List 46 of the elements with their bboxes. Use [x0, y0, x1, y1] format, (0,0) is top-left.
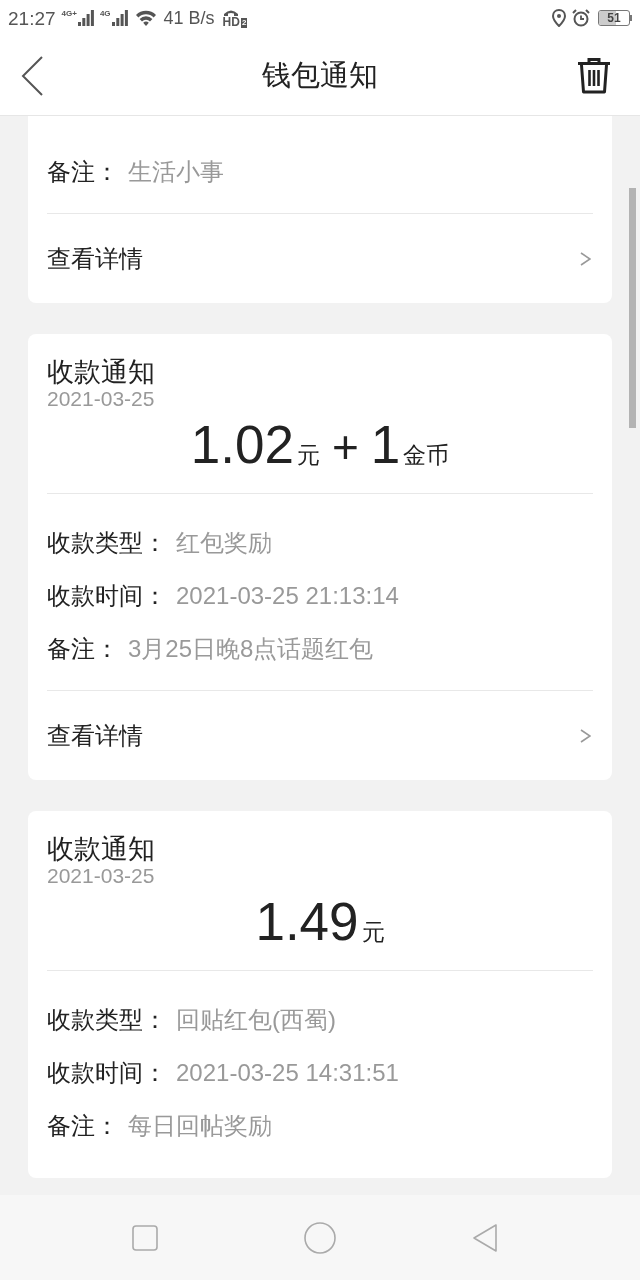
field-value: 每日回帖奖励	[128, 1113, 272, 1138]
network-label: 4G	[99, 10, 111, 18]
hd-slot-label: 2	[240, 17, 248, 28]
chevron-right-icon	[580, 251, 591, 266]
chevron-right-icon	[580, 728, 591, 743]
trash-icon	[577, 58, 611, 94]
amount-unit: 金币	[403, 444, 450, 467]
alarm-clock-icon	[572, 9, 590, 27]
wifi-icon	[135, 10, 156, 26]
field-value: 红包奖励	[176, 530, 272, 555]
amount-unit: 元	[361, 921, 385, 944]
recent-apps-square-icon[interactable]	[132, 1224, 158, 1251]
view-details-link[interactable]: 查看详情	[47, 214, 593, 303]
status-time: 21:27	[8, 8, 56, 28]
field-label: 收款类型：	[47, 530, 167, 555]
notice-title: 收款通知	[47, 833, 156, 865]
amount-value: 1	[370, 418, 401, 471]
phone-icon	[224, 8, 239, 16]
network-label: 4G+	[61, 10, 77, 18]
network-speed: 41 B/s	[163, 9, 215, 27]
battery-level-text: 51	[607, 12, 621, 24]
field-value: 2021-03-25 14:31:51	[176, 1060, 399, 1085]
page-title: 钱包通知	[262, 61, 378, 90]
back-triangle-icon[interactable]	[472, 1222, 498, 1253]
field-value: 生活小事	[128, 159, 224, 184]
home-circle-icon[interactable]	[304, 1221, 336, 1254]
plus-sign: +	[331, 424, 359, 470]
notice-date: 2021-03-25	[47, 865, 156, 887]
signal-icon	[111, 10, 128, 26]
location-pin-icon	[552, 9, 566, 27]
field-label: 收款时间：	[47, 583, 167, 608]
field-label: 备注：	[47, 159, 119, 184]
notice-title: 收款通知	[47, 356, 156, 388]
amount-value: 1.49	[255, 895, 359, 948]
notice-date: 2021-03-25	[47, 388, 156, 410]
amount-unit: 元	[296, 444, 320, 467]
signal-icon	[77, 10, 94, 26]
amount-value: 1.02	[190, 418, 294, 471]
field-value: 2021-03-25 21:13:14	[176, 583, 399, 608]
field-label: 收款时间：	[47, 1060, 167, 1085]
field-label: 收款类型：	[47, 1007, 167, 1032]
field-label: 备注：	[47, 1113, 119, 1138]
field-label: 备注：	[47, 636, 119, 661]
hd-label: HD	[222, 15, 240, 28]
view-details-link[interactable]: 查看详情	[47, 691, 593, 780]
back-chevron-icon	[20, 56, 44, 96]
